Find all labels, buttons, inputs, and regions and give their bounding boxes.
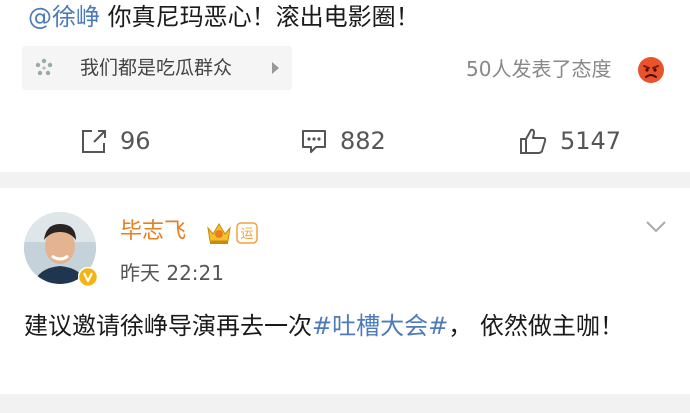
comment-text-after: ， 依然做主咖！	[448, 312, 624, 340]
like-icon	[520, 128, 547, 154]
topic-card[interactable]: 我们都是吃瓜群众	[22, 46, 292, 90]
badge-text: 运	[240, 227, 253, 242]
crown-icon	[207, 223, 231, 244]
comment-button[interactable]: 882	[300, 126, 386, 156]
comment-count: 882	[340, 127, 386, 155]
user-name[interactable]: 毕志飞	[120, 218, 186, 246]
angry-face-icon[interactable]	[637, 56, 665, 84]
post-body: 你真尼玛恶心！滚出电影圈！	[100, 3, 420, 31]
badge-yun-icon: 运	[236, 222, 258, 244]
post-card: @徐峥 你真尼玛恶心！滚出电影圈！ 我们都是吃瓜群众 50人发表了态度 96 8…	[0, 0, 690, 172]
like-count: 5147	[560, 127, 622, 155]
topic-label: 我们都是吃瓜群众	[80, 57, 233, 79]
share-count: 96	[120, 127, 151, 155]
share-button[interactable]: 96	[80, 126, 151, 156]
attitude-count[interactable]: 50人发表了态度	[466, 56, 611, 82]
comment-text-before: 建议邀请徐峥导演再去一次	[24, 312, 312, 340]
chevron-down-icon[interactable]	[645, 220, 667, 234]
comment-icon	[302, 130, 326, 153]
verified-icon	[78, 267, 98, 287]
like-button[interactable]: 5147	[518, 126, 621, 156]
topic-icon	[35, 58, 53, 76]
timestamp: 昨天 22:21	[120, 261, 224, 285]
section-divider	[0, 172, 690, 188]
hashtag-link[interactable]: #吐槽大会#	[312, 312, 448, 340]
post-text: @徐峥 你真尼玛恶心！滚出电影圈！	[28, 2, 420, 32]
comment-text: 建议邀请徐峥导演再去一次#吐槽大会#， 依然做主咖！	[24, 306, 664, 346]
chevron-right-icon	[272, 62, 279, 74]
comment-card: 毕志飞 运 昨天 22:21 建议邀请徐峥导演再去一次#吐槽大会#， 依然做主咖…	[0, 188, 690, 394]
mention-link[interactable]: @徐峥	[28, 3, 100, 31]
section-divider-bottom	[0, 394, 690, 413]
share-icon	[82, 130, 106, 153]
